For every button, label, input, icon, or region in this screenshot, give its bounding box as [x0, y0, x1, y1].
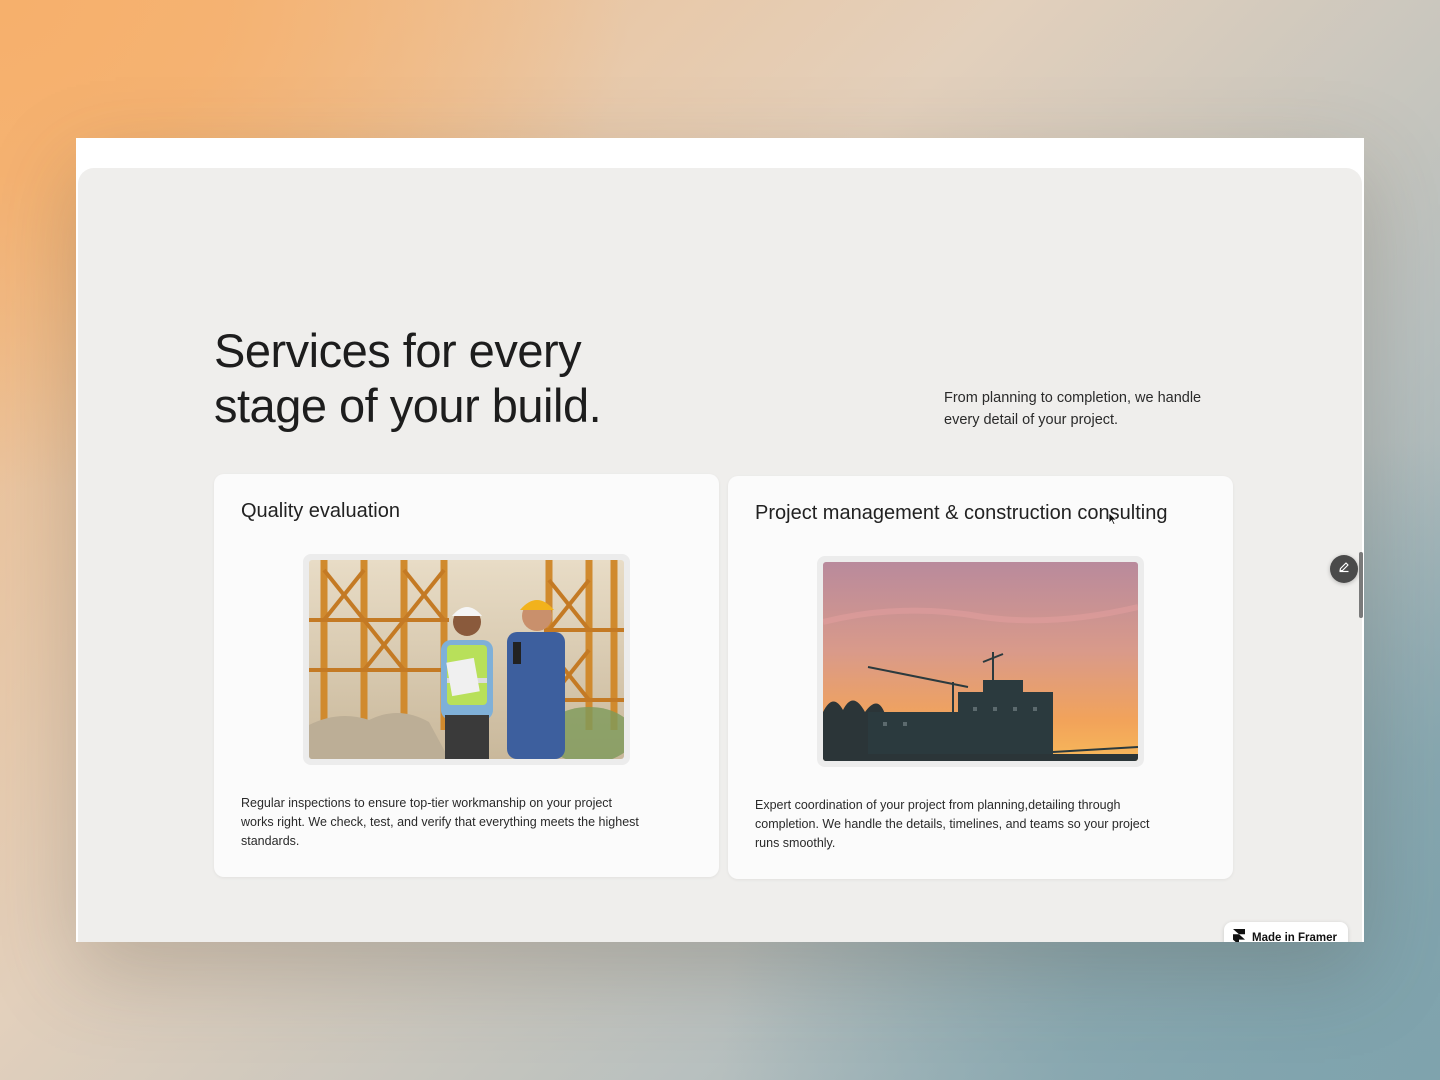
- card-image-frame: [817, 556, 1144, 767]
- scrollbar-thumb[interactable]: [1359, 552, 1363, 618]
- card-description: Regular inspections to ensure top-tier w…: [241, 796, 639, 848]
- card-title: Quality evaluation: [241, 500, 400, 522]
- section-headline: Services for every stage of your build.: [214, 323, 774, 433]
- headline-line-2: stage of your build.: [214, 379, 602, 432]
- service-card-project-management[interactable]: Project management & construction consul…: [728, 476, 1233, 879]
- badge-label: Made in Framer: [1252, 932, 1337, 942]
- workers-illustration: [309, 560, 624, 759]
- card-image-frame: [303, 554, 630, 765]
- edit-button[interactable]: [1330, 555, 1358, 583]
- construction-site-sunset-photo: [823, 562, 1138, 761]
- intro-line-1: From planning to completion, we handle: [944, 390, 1202, 406]
- pencil-icon: [1338, 560, 1350, 578]
- sunset-illustration: [823, 562, 1138, 761]
- mouse-cursor-icon: [1108, 512, 1118, 531]
- made-in-framer-badge[interactable]: Made in Framer: [1224, 922, 1348, 942]
- headline-line-1: Services for every: [214, 324, 582, 377]
- services-section: Services for every stage of your build. …: [78, 168, 1363, 942]
- card-description: Expert coordination of your project from…: [755, 798, 1150, 850]
- card-title: Project management & construction consul…: [755, 502, 1168, 524]
- section-intro: From planning to completion, we handle e…: [944, 387, 1244, 431]
- framer-logo-icon: [1233, 928, 1245, 942]
- service-card-quality-evaluation[interactable]: Quality evaluation Regular inspections t…: [214, 474, 719, 877]
- intro-line-2: every detail of your project.: [944, 412, 1119, 428]
- construction-workers-photo: [309, 560, 624, 759]
- browser-window: Services for every stage of your build. …: [76, 138, 1364, 942]
